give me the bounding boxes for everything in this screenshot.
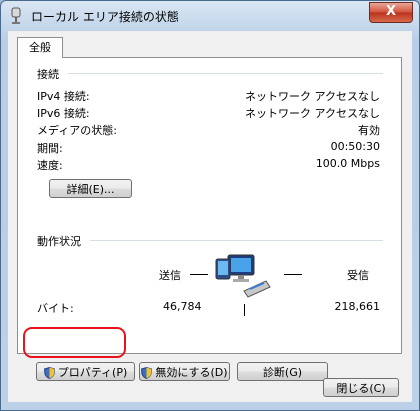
- disable-button[interactable]: 無効にする(D): [139, 362, 230, 381]
- uac-shield-icon: [141, 367, 153, 379]
- duration-value: 00:50:30: [330, 140, 380, 153]
- properties-button[interactable]: プロパティ(P): [36, 362, 135, 381]
- sent-connector-line: [190, 274, 208, 275]
- close-button[interactable]: 閉じる(C): [323, 378, 399, 397]
- bytes-received-value: 218,661: [334, 300, 381, 313]
- ipv4-value: ネットワーク アクセスなし: [245, 90, 380, 103]
- duration-label: 期間:: [37, 142, 63, 155]
- title-close-button[interactable]: X: [369, 2, 413, 23]
- speed-value: 100.0 Mbps: [315, 157, 380, 170]
- connection-section-title: 接続: [37, 66, 63, 82]
- activity-vertical-line: [244, 304, 245, 316]
- properties-highlight-annotation: [23, 327, 126, 358]
- title-bar[interactable]: ローカル エリア接続の状態 X: [1, 1, 419, 31]
- speed-label: 速度:: [37, 159, 63, 172]
- disable-button-label: 無効にする(D): [155, 366, 228, 379]
- bytes-sent-value: 46,784: [163, 300, 202, 313]
- tab-panel-general: 接続 IPv4 接続: ネットワーク アクセスなし IPv6 接続: ネットワー…: [17, 57, 402, 381]
- network-activity-icon: [215, 254, 271, 298]
- uac-shield-icon: [43, 367, 55, 379]
- window-title: ローカル エリア接続の状態: [31, 10, 179, 24]
- tab-general[interactable]: 全般: [17, 37, 63, 58]
- properties-button-label: プロパティ(P): [57, 366, 128, 379]
- media-state-value: 有効: [358, 124, 380, 137]
- sent-label: 送信: [159, 269, 181, 282]
- activity-section-title: 動作状況: [37, 233, 85, 249]
- connection-group-line: [68, 73, 383, 74]
- network-adapter-icon: [11, 7, 21, 24]
- ipv4-label: IPv4 接続:: [37, 90, 90, 103]
- bytes-label: バイト:: [37, 302, 74, 315]
- media-state-label: メディアの状態:: [37, 124, 117, 137]
- received-connector-line: [284, 274, 302, 275]
- diagnose-button[interactable]: 診断(G): [237, 362, 328, 381]
- received-label: 受信: [347, 269, 369, 282]
- dialog-window: ローカル エリア接続の状態 X 全般 接続 IPv4 接続: ネットワーク アク…: [0, 0, 420, 411]
- ipv6-value: ネットワーク アクセスなし: [245, 107, 380, 120]
- ipv6-label: IPv6 接続:: [37, 107, 90, 120]
- activity-group-line: [90, 240, 383, 241]
- details-button[interactable]: 詳細(E)...: [49, 179, 132, 198]
